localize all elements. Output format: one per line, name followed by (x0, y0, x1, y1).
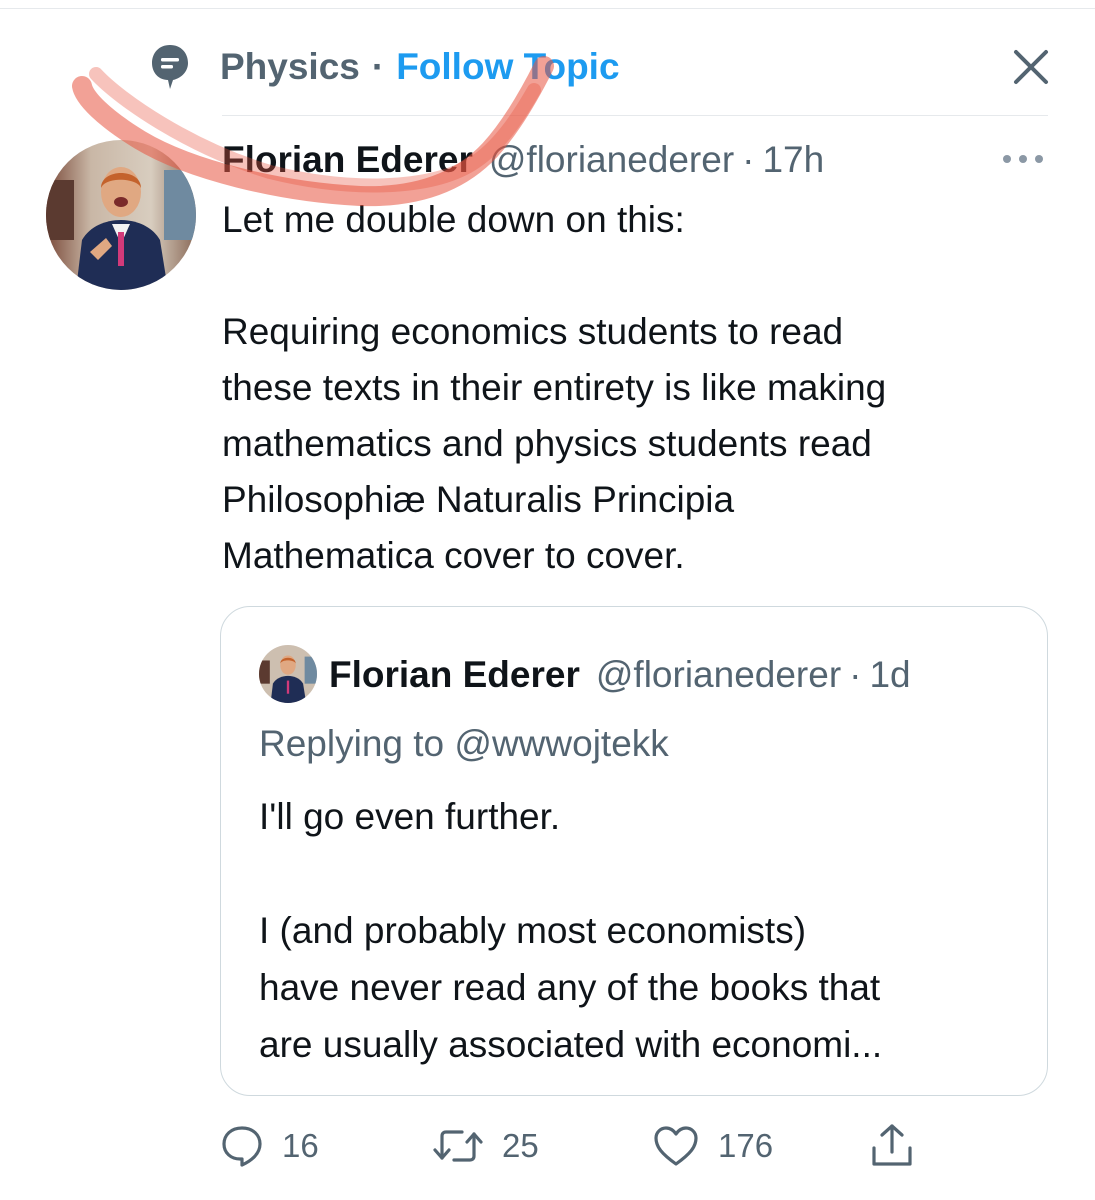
topic-icon (148, 42, 192, 92)
quoted-tweet-header: Florian Ederer @florianederer · 1d (329, 651, 911, 699)
quoted-line: I'll go even further. (259, 796, 561, 837)
topic-row: Physics · Follow Topic (148, 42, 620, 92)
author-handle[interactable]: @florianederer (489, 139, 734, 181)
tweet-line: Philosophiæ Naturalis Principia (222, 479, 735, 520)
quoted-author-name: Florian Ederer (329, 654, 580, 695)
retweet-button[interactable]: 25 (432, 1118, 539, 1174)
tweet-line: Requiring economics students to read (222, 311, 844, 352)
top-divider (0, 8, 1095, 9)
quoted-tweet-card[interactable]: Florian Ederer @florianederer · 1d Reply… (220, 606, 1048, 1096)
header-separator: · (742, 139, 755, 180)
tweet-timestamp[interactable]: 17h (762, 139, 824, 181)
replying-to-label: Replying to (259, 723, 445, 764)
quoted-header-separator: · (849, 654, 862, 695)
author-name[interactable]: Florian Ederer (222, 139, 473, 181)
retweet-count: 25 (502, 1127, 539, 1164)
author-avatar[interactable] (46, 140, 196, 290)
share-icon (868, 1122, 916, 1170)
tweet-line: mathematics and physics students read (222, 423, 872, 464)
quoted-tweet-text: I'll go even further. I (and probably mo… (259, 788, 1019, 1073)
topic-name[interactable]: Physics (220, 46, 360, 88)
quoted-timestamp: 1d (869, 654, 911, 695)
replying-to: Replying to @wwwojtekk (259, 723, 669, 765)
tweet-text: Let me double down on this: Requiring ec… (222, 192, 1042, 584)
quoted-author-avatar (259, 645, 317, 703)
topic-separator: · (371, 46, 385, 87)
quoted-line: have never read any of the books that (259, 967, 881, 1008)
replying-to-handle: @wwwojtekk (454, 723, 669, 764)
follow-topic-button[interactable]: Follow Topic (396, 46, 619, 88)
heart-icon (652, 1124, 700, 1168)
share-button[interactable] (868, 1118, 916, 1174)
like-count: 176 (718, 1127, 774, 1164)
tweet-line: Let me double down on this: (222, 199, 685, 240)
quoted-line: are usually associated with economi... (259, 1024, 883, 1065)
quoted-author-handle: @florianederer (595, 654, 842, 695)
retweet-icon (432, 1124, 484, 1168)
like-button[interactable]: 176 (652, 1118, 773, 1174)
reply-count: 16 (282, 1127, 319, 1164)
topic-divider (222, 115, 1048, 116)
reply-icon (220, 1124, 264, 1168)
quoted-line: I (and probably most economists) (259, 910, 807, 951)
more-icon[interactable] (1000, 146, 1046, 172)
tweet-line: these texts in their entirety is like ma… (222, 367, 887, 408)
tweet-line (222, 248, 1042, 304)
tweet-line: Mathematica cover to cover. (222, 535, 685, 576)
close-icon[interactable] (1008, 44, 1054, 90)
quoted-line (259, 845, 1019, 902)
tweet-header: Florian Ederer @florianederer · 17h (222, 136, 824, 184)
reply-button[interactable]: 16 (220, 1118, 319, 1174)
